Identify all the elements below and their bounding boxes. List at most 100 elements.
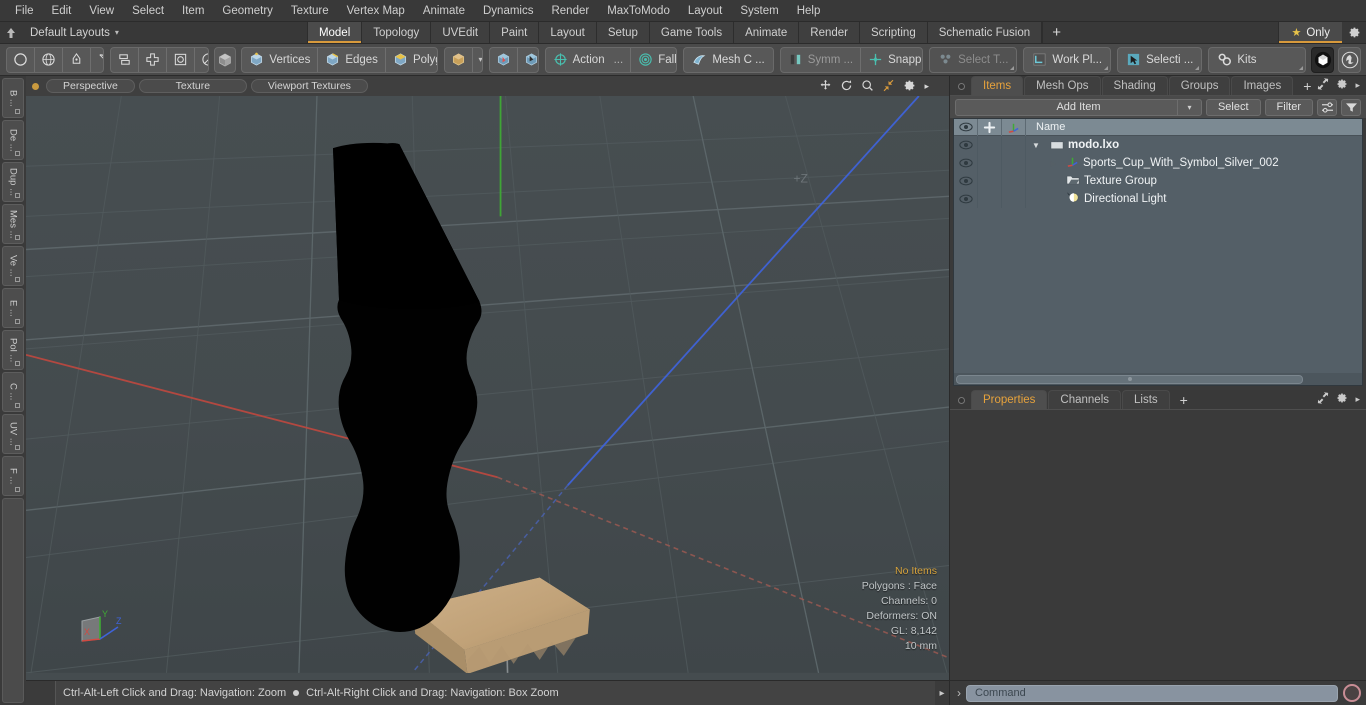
rotate-icon[interactable] bbox=[840, 79, 853, 94]
layout-tab-uvedit[interactable]: UVEdit bbox=[431, 22, 491, 43]
chevron-right-icon[interactable]: ▸ bbox=[1355, 80, 1360, 91]
row-lock-cell[interactable] bbox=[978, 154, 1002, 172]
layout-tab-game-tools[interactable]: Game Tools bbox=[649, 22, 735, 43]
sphere-primitive-icon[interactable] bbox=[35, 47, 63, 72]
center-icon[interactable] bbox=[167, 47, 196, 72]
tree-item-mesh[interactable]: ▶ Sports_Cup_With_Symbol_Silver_002 bbox=[1026, 155, 1362, 171]
list-options-icon[interactable] bbox=[1317, 98, 1337, 116]
status-bar-chevron-right-icon[interactable]: ▸ bbox=[935, 688, 949, 699]
expander-right-icon[interactable]: ▶ bbox=[1050, 159, 1062, 168]
work-plane-button[interactable]: Work Pl... bbox=[1023, 46, 1112, 73]
row-visibility-eye-icon[interactable] bbox=[954, 190, 978, 208]
tree-item-scene[interactable]: ▼ modo.lxo bbox=[1026, 138, 1362, 153]
mirror-icon[interactable] bbox=[111, 47, 140, 72]
snapping-button[interactable]: Snapping bbox=[861, 48, 922, 72]
expand-icon[interactable] bbox=[1317, 392, 1329, 407]
menu-item-layout[interactable]: Layout bbox=[679, 0, 732, 22]
left-tab-deform[interactable]: De ... bbox=[2, 120, 24, 160]
viewport-view-dropdown[interactable]: Perspective bbox=[46, 79, 135, 93]
row-lock-cell[interactable] bbox=[978, 172, 1002, 190]
menu-item-dynamics[interactable]: Dynamics bbox=[474, 0, 542, 22]
menu-item-help[interactable]: Help bbox=[788, 0, 830, 22]
tab-channels[interactable]: Channels bbox=[1048, 390, 1122, 409]
only-toggle-button[interactable]: ★ Only bbox=[1278, 22, 1342, 43]
modo-cube-icon[interactable] bbox=[1311, 46, 1335, 73]
pen-tool-icon[interactable] bbox=[63, 47, 91, 72]
items-mode-chevron-down-icon[interactable]: ▾ bbox=[473, 55, 481, 64]
left-tab-duplicate[interactable]: Dup ... bbox=[2, 162, 24, 202]
home-arrow-icon[interactable] bbox=[0, 22, 22, 43]
selection-mode-edges[interactable]: Edges bbox=[318, 47, 386, 72]
chevron-right-icon[interactable]: ▸ bbox=[1355, 394, 1360, 405]
layout-tab-layout[interactable]: Layout bbox=[539, 22, 597, 43]
falloff-button[interactable]: Falloff bbox=[631, 48, 676, 72]
selection-mode-vertices[interactable]: Vertices bbox=[242, 47, 319, 72]
pan-icon[interactable] bbox=[819, 79, 832, 94]
select-backface-icon[interactable] bbox=[518, 48, 538, 72]
row-visibility-eye-icon[interactable] bbox=[954, 172, 978, 190]
viewport-shading-dropdown[interactable]: Texture bbox=[138, 79, 247, 93]
circle-primitive-icon[interactable] bbox=[7, 47, 35, 72]
tree-item-texture-group[interactable]: Texture Group bbox=[1026, 174, 1362, 189]
left-tab-fusion[interactable]: F ... bbox=[2, 456, 24, 496]
unreal-engine-icon[interactable] bbox=[1338, 46, 1361, 73]
cube-solid-icon[interactable] bbox=[213, 46, 237, 73]
add-panel-tab-button[interactable]: + bbox=[1294, 76, 1320, 95]
expander-down-icon[interactable]: ▼ bbox=[1032, 141, 1046, 150]
chevron-right-icon[interactable]: ▸ bbox=[924, 81, 929, 91]
column-visibility-eye-icon[interactable] bbox=[954, 118, 978, 136]
menu-item-vertex-map[interactable]: Vertex Map bbox=[338, 0, 414, 22]
menu-item-render[interactable]: Render bbox=[542, 0, 598, 22]
expand-icon[interactable] bbox=[1317, 78, 1329, 93]
layout-tab-render[interactable]: Render bbox=[799, 22, 860, 43]
tab-items[interactable]: Items bbox=[971, 76, 1024, 95]
row-transform-cell[interactable] bbox=[1002, 190, 1026, 208]
curve-tool-icon[interactable] bbox=[91, 48, 104, 72]
left-tab-vertex[interactable]: Ve ... bbox=[2, 246, 24, 286]
left-tab-uv[interactable]: UV ... bbox=[2, 414, 24, 454]
viewport-textures-dropdown[interactable]: Viewport Textures bbox=[250, 79, 368, 93]
menu-item-texture[interactable]: Texture bbox=[282, 0, 338, 22]
left-tab-curve[interactable]: C ... bbox=[2, 372, 24, 412]
column-axis-icon[interactable] bbox=[1002, 118, 1026, 136]
funnel-icon[interactable] bbox=[1341, 98, 1361, 116]
3d-viewport[interactable]: +Z +Z X Y Z No bbox=[26, 96, 949, 680]
filter-button[interactable]: Filter bbox=[1264, 98, 1313, 116]
selection-mode-polygons[interactable]: Polygons bbox=[386, 48, 437, 72]
tab-groups[interactable]: Groups bbox=[1168, 76, 1231, 95]
gear-icon[interactable] bbox=[1336, 392, 1348, 407]
menu-item-system[interactable]: System bbox=[731, 0, 787, 22]
items-cube-icon[interactable] bbox=[445, 47, 474, 72]
menu-item-animate[interactable]: Animate bbox=[414, 0, 474, 22]
add-item-chevron-down-icon[interactable]: ▾ bbox=[1176, 98, 1201, 116]
add-layout-tab-button[interactable]: + bbox=[1042, 22, 1070, 43]
tab-lists[interactable]: Lists bbox=[1122, 390, 1170, 409]
selection-set-button[interactable]: Selecti ... bbox=[1117, 46, 1203, 73]
properties-panel-body[interactable] bbox=[950, 410, 1366, 680]
menu-item-file[interactable]: File bbox=[6, 0, 43, 22]
menu-item-view[interactable]: View bbox=[80, 0, 123, 22]
row-visibility-eye-icon[interactable] bbox=[954, 154, 978, 172]
row-lock-cell[interactable] bbox=[978, 136, 1002, 154]
left-tab-basic[interactable]: B ... bbox=[2, 78, 24, 118]
radial-icon[interactable] bbox=[195, 48, 208, 72]
gear-icon[interactable] bbox=[1336, 78, 1348, 93]
layout-tab-animate[interactable]: Animate bbox=[734, 22, 800, 43]
tab-mesh-ops[interactable]: Mesh Ops bbox=[1024, 76, 1101, 95]
layout-tab-scripting[interactable]: Scripting bbox=[859, 22, 928, 43]
table-row[interactable]: ▶ Sports_Cup_With_Symbol_Silver_002 bbox=[954, 154, 1362, 172]
add-item-button[interactable]: Add Item ▾ bbox=[955, 98, 1202, 116]
menu-item-item[interactable]: Item bbox=[173, 0, 213, 22]
tab-images[interactable]: Images bbox=[1231, 76, 1294, 95]
select-button[interactable]: Select bbox=[1205, 98, 1261, 116]
row-visibility-eye-icon[interactable] bbox=[954, 136, 978, 154]
action-center-button[interactable]: Action ... bbox=[546, 47, 632, 72]
layout-tab-paint[interactable]: Paint bbox=[490, 22, 540, 43]
tab-shading[interactable]: Shading bbox=[1101, 76, 1168, 95]
select-through-icon[interactable] bbox=[490, 47, 518, 72]
table-row[interactable]: Texture Group bbox=[954, 172, 1362, 190]
gear-icon[interactable] bbox=[1342, 22, 1366, 43]
table-row[interactable]: Directional Light bbox=[954, 190, 1362, 208]
select-through-tool-button[interactable]: Select T... bbox=[929, 46, 1018, 73]
command-input[interactable]: Command bbox=[966, 684, 1338, 702]
